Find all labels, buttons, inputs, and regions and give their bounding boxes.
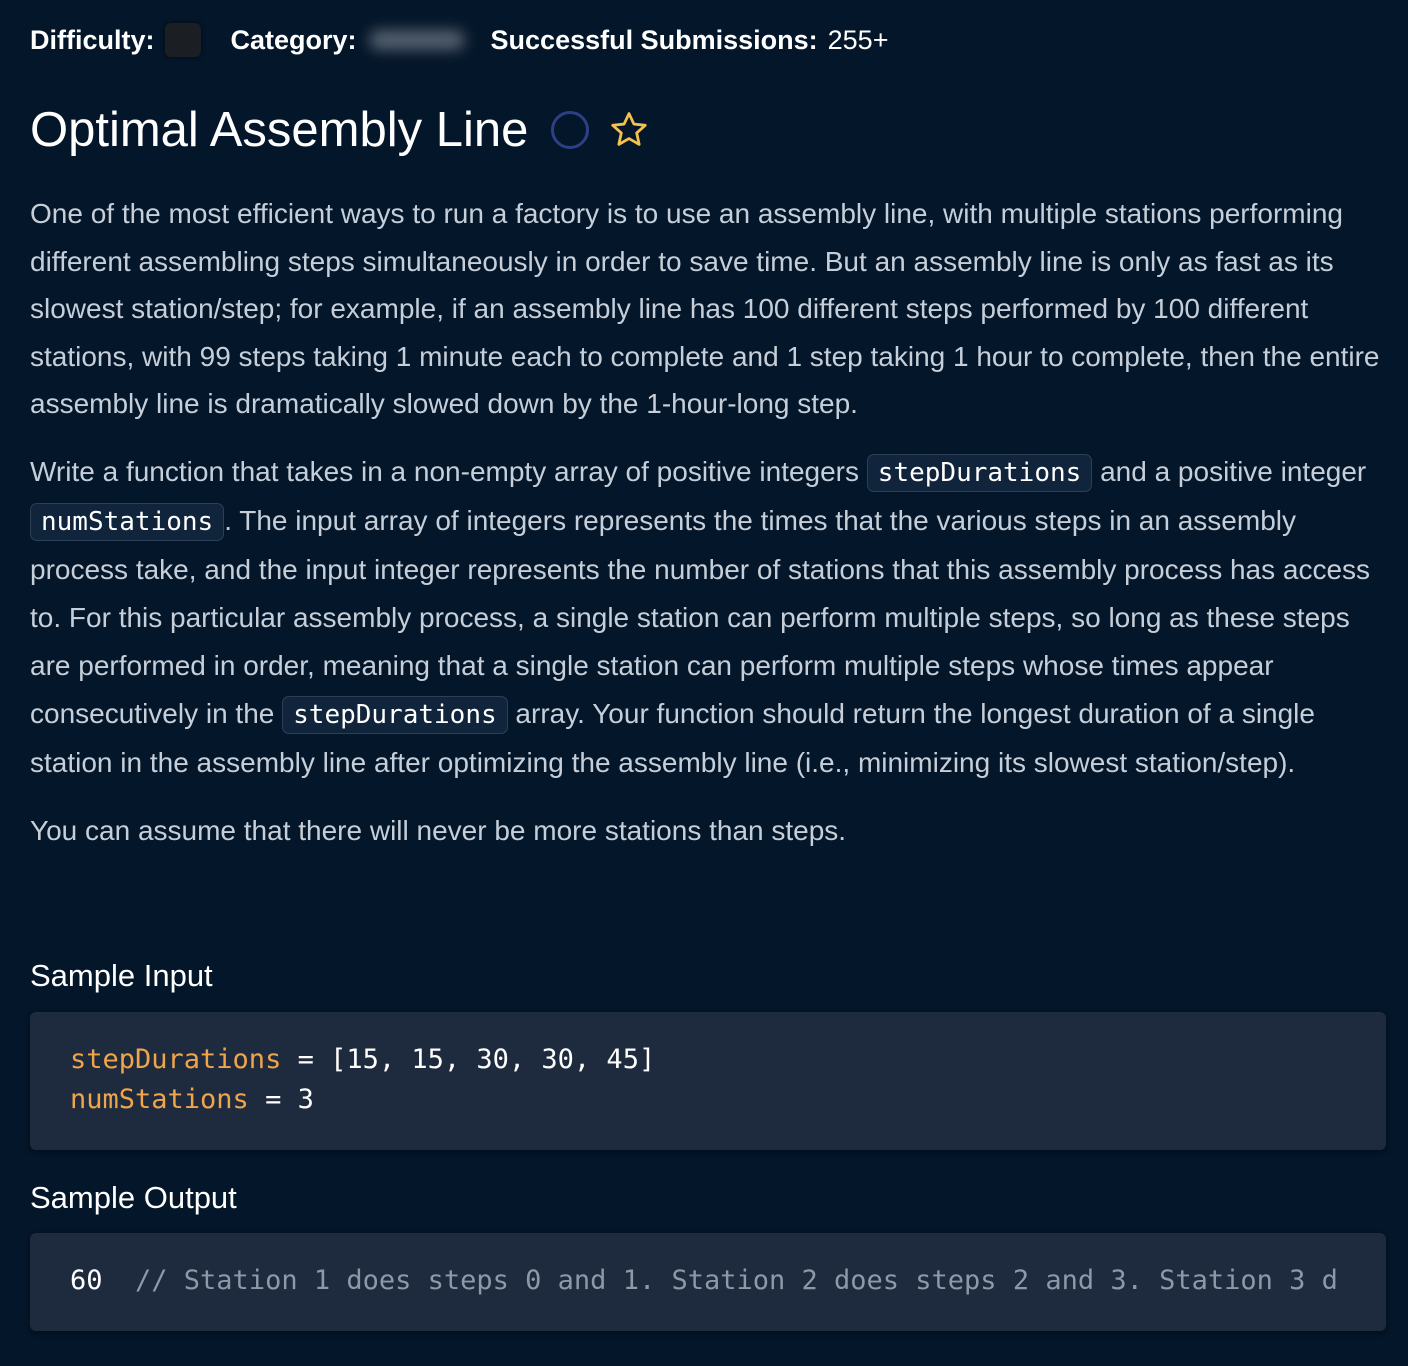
output-value: 60 <box>70 1265 103 1296</box>
sample-output-heading: Sample Output <box>30 1180 237 1215</box>
prompt-text: . The input array of integers represents… <box>30 504 1371 729</box>
category-label: Category: <box>230 24 357 55</box>
sample-input-heading: Sample Input <box>30 958 213 993</box>
star-outline-icon[interactable] <box>608 109 650 151</box>
code-variable: numStations <box>70 1084 249 1115</box>
difficulty-label: Difficulty: <box>30 24 155 55</box>
code-text: = 3 <box>248 1084 314 1115</box>
submissions-count: 255+ <box>827 24 889 55</box>
code-text: = [15, 15, 30, 30, 45] <box>281 1044 656 1075</box>
problem-meta-bar: Difficulty: Category: Successful Submiss… <box>30 20 888 60</box>
sample-input-block[interactable]: stepDurations = [15, 15, 30, 30, 45] num… <box>30 1012 1386 1150</box>
prompt-paragraph-3: You can assume that there will never be … <box>30 814 847 846</box>
inline-code-num-stations: numStations <box>30 502 225 541</box>
category-value-blurred <box>368 30 465 50</box>
sample-output-block[interactable]: 60 // Station 1 does steps 0 and 1. Stat… <box>30 1233 1386 1331</box>
circle-outline-icon[interactable] <box>550 110 590 150</box>
title-row: Optimal Assembly Line <box>30 98 650 162</box>
page-title: Optimal Assembly Line <box>30 103 529 157</box>
difficulty-indicator <box>164 23 201 57</box>
prompt-text: and a positive integer <box>1092 455 1367 487</box>
prompt-paragraph-1: One of the most efficient ways to run a … <box>30 198 1380 420</box>
prompt-paragraph-2: Write a function that takes in a non-emp… <box>30 448 1390 787</box>
problem-prompt: One of the most efficient ways to run a … <box>30 190 1390 875</box>
inline-code-step-durations: stepDurations <box>282 695 508 734</box>
code-comment: // Station 1 does steps 0 and 1. Station… <box>102 1265 1338 1296</box>
submissions-label: Successful Submissions: <box>490 24 818 55</box>
prompt-text: Write a function that takes in a non-emp… <box>30 455 867 487</box>
inline-code-step-durations: stepDurations <box>866 453 1093 492</box>
code-variable: stepDurations <box>70 1044 282 1075</box>
